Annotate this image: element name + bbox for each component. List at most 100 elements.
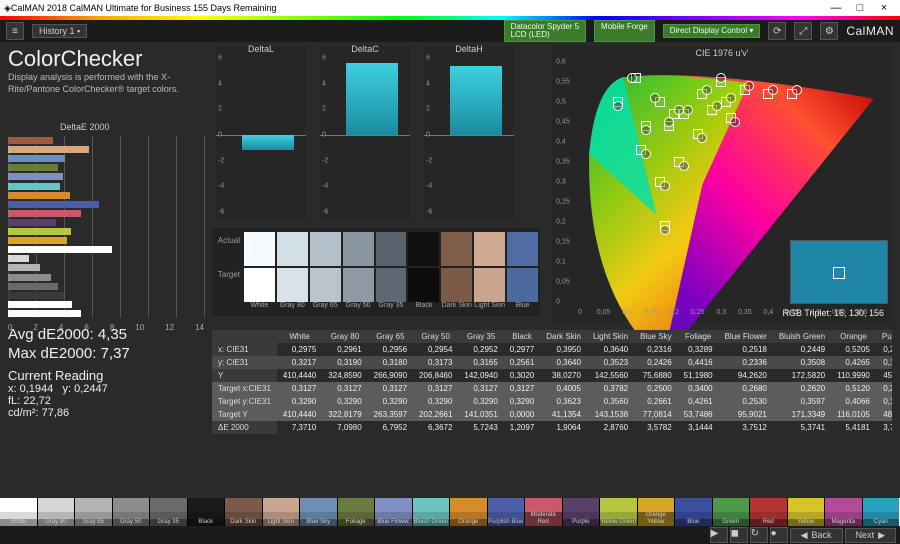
play-button[interactable]: ▶ (710, 527, 728, 543)
palette-swatch[interactable]: Blue (675, 498, 713, 526)
source-pill-mobileforge[interactable]: Mobile Forge (594, 20, 655, 42)
table-cell: 110,9990 (831, 369, 876, 382)
table-cell: 6,7952 (368, 421, 413, 434)
de2000-bar (8, 264, 40, 271)
palette-swatch[interactable]: Orange (450, 498, 488, 526)
table-cell: 38,0270 (540, 369, 587, 382)
table-cell: 0,3597 (773, 395, 831, 408)
direct-display-control[interactable]: Direct Display Control ▾ (663, 24, 761, 38)
table-cell: 141,0351 (458, 408, 503, 421)
table-cell: 1,9064 (540, 421, 587, 434)
palette-swatch[interactable]: Gray 80 (38, 498, 76, 526)
palette-swatch[interactable]: Black (188, 498, 226, 526)
cie-measured-point (674, 105, 684, 115)
table-cell: 266,9090 (368, 369, 413, 382)
palette-swatch[interactable]: Bluish Green (413, 498, 451, 526)
palette-swatch[interactable]: Moderate Red (525, 498, 563, 526)
data-table[interactable]: WhiteGray 80Gray 65Gray 50Gray 35BlackDa… (212, 330, 892, 496)
record-button[interactable]: ● (770, 527, 788, 543)
window-close[interactable]: × (872, 2, 896, 14)
window-maximize[interactable]: □ (848, 2, 872, 14)
palette-swatch[interactable]: Red (750, 498, 788, 526)
palette-swatch[interactable]: Yellow Green (600, 498, 638, 526)
table-cell: 41,1354 (540, 408, 587, 421)
palette-swatch[interactable]: Orange Yellow (638, 498, 676, 526)
table-cell: 322,8179 (322, 408, 367, 421)
palette-swatch[interactable]: Purplish Blue (488, 498, 526, 526)
swatch-target (244, 268, 275, 302)
swatch-target (507, 268, 538, 302)
table-cell: 0,3560 (587, 395, 634, 408)
cie-chart: CIE 1976 u'v' (552, 46, 892, 322)
palette-bar: WhiteGray 80Gray 65Gray 50Gray 35BlackDa… (0, 498, 900, 526)
palette-swatch[interactable]: Yellow (788, 498, 826, 526)
refresh-icon[interactable]: ⟳ (768, 22, 786, 40)
palette-swatch[interactable]: Green (713, 498, 751, 526)
table-cell: 7,0980 (322, 421, 367, 434)
rgb-triplet-label: RGB Triplet: 16, 130, 156 (782, 308, 884, 318)
cie-measured-point (697, 133, 707, 143)
table-header: Blue Flower (719, 330, 773, 343)
table-cell: 0,3290 (277, 395, 322, 408)
palette-swatch[interactable]: Magenta (825, 498, 863, 526)
table-cell: 45,4 (876, 369, 892, 382)
palette-swatch[interactable]: White (0, 498, 38, 526)
source-pill-datacolor[interactable]: Datacolor Spyder 5 LCD (LED) (504, 20, 586, 42)
table-cell: 0,2500 (634, 382, 678, 395)
swatch-actual (474, 232, 505, 266)
palette-swatch[interactable]: Foliage (338, 498, 376, 526)
table-cell: 94,2620 (719, 369, 773, 382)
table-cell: 0,5120 (831, 382, 876, 395)
expand-icon[interactable]: ⤢ (794, 22, 812, 40)
swatch-actual (310, 232, 341, 266)
cie-measured-point (716, 73, 726, 83)
palette-swatch[interactable]: Purple (563, 498, 601, 526)
de2000-bar (8, 164, 58, 171)
menu-icon[interactable]: ≡ (6, 22, 24, 40)
swatch-actual (507, 232, 538, 266)
palette-swatch[interactable]: Gray 65 (75, 498, 113, 526)
table-cell: 3,74 (876, 421, 892, 434)
window-minimize[interactable]: — (824, 2, 848, 14)
app-header: ≡ History 1 ▪ Datacolor Spyder 5 LCD (LE… (0, 20, 900, 42)
de2000-bar (8, 274, 51, 281)
table-cell: 2,8760 (587, 421, 634, 434)
palette-swatch[interactable]: Light Skin (263, 498, 301, 526)
palette-swatch[interactable]: Gray 50 (113, 498, 151, 526)
cie-measured-point (768, 85, 778, 95)
table-cell: 0,2561 (504, 356, 540, 369)
swatch-strip: Actual Target WhiteGray 80Gray 65Gray 50… (212, 228, 540, 316)
table-header: White (277, 330, 322, 343)
stop-button[interactable]: ◼ (730, 527, 748, 543)
palette-swatch[interactable]: Gray 35 (150, 498, 188, 526)
table-cell: 3,1444 (678, 421, 719, 434)
table-row-header: x: CIE31 (212, 343, 277, 356)
table-header (212, 330, 277, 343)
swatch-target (310, 268, 341, 302)
main-content: ColorChecker Display analysis is perform… (0, 42, 900, 498)
table-cell: 0,2336 (719, 356, 773, 369)
palette-swatch[interactable]: Cyan (863, 498, 900, 526)
history-dropdown[interactable]: History 1 ▪ (32, 24, 87, 38)
table-cell: 0,3400 (678, 382, 719, 395)
palette-swatch[interactable]: Dark Skin (225, 498, 263, 526)
delta-bar (450, 66, 502, 135)
next-button[interactable]: Next ▶ (845, 528, 896, 543)
table-cell: 0,19 (876, 395, 892, 408)
back-button[interactable]: ◀ Back (790, 528, 843, 543)
loop-button[interactable]: ↻ (750, 527, 768, 543)
swatch-name: Dark Skin (441, 302, 472, 316)
table-cell: 51,1980 (678, 369, 719, 382)
table-cell: 5,7243 (458, 421, 503, 434)
palette-swatch[interactable]: Blue Flower (375, 498, 413, 526)
de2000-bar (8, 219, 56, 226)
palette-swatch[interactable]: Blue Sky (300, 498, 338, 526)
de2000-bar (8, 246, 112, 253)
summary-stats: Avg dE2000: 4,35 Max dE2000: 7,37 Curren… (8, 326, 204, 419)
gamut-shape (580, 62, 886, 368)
swatch-target (441, 268, 472, 302)
gear-icon[interactable]: ⚙ (820, 22, 838, 40)
table-cell: 0,2952 (458, 343, 503, 356)
table-cell: 0,3289 (678, 343, 719, 356)
avg-de2000: Avg dE2000: 4,35 (8, 326, 204, 343)
